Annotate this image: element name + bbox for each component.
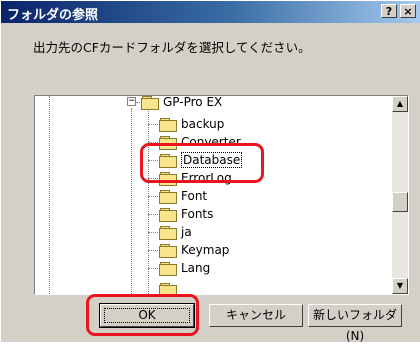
scroll-up-arrow-icon[interactable]: ▲	[392, 96, 408, 112]
tree-item-backup[interactable]: backup	[159, 115, 224, 133]
folder-tree[interactable]: − GP-Pro EX backup Converter Database Er…	[34, 95, 409, 295]
tree-guide-line	[49, 96, 50, 294]
tree-guide-line	[148, 108, 149, 294]
close-button[interactable]: ×	[400, 4, 416, 18]
folder-icon	[159, 207, 177, 222]
vertical-scrollbar[interactable]: ▲ ▼	[392, 96, 408, 294]
folder-icon	[141, 96, 159, 110]
new-folder-button[interactable]: 新しいフォルダ(N)	[308, 304, 402, 343]
instruction-text: 出力先のCFカードフォルダを選択してください。	[33, 40, 311, 55]
folder-icon	[159, 117, 177, 132]
folder-icon	[159, 261, 177, 276]
tree-guide-line	[131, 108, 132, 294]
tree-item-gp-pro-ex[interactable]: GP-Pro EX	[141, 95, 223, 111]
folder-icon	[159, 189, 177, 204]
tree-item-fonts[interactable]: Fonts	[159, 205, 213, 223]
collapse-toggle-icon[interactable]: −	[127, 97, 136, 106]
annotation-highlight-ok	[86, 294, 199, 336]
tree-item-label: Keymap	[181, 243, 230, 257]
tree-item-label: GP-Pro EX	[163, 95, 223, 109]
tree-item-label: Lang	[181, 261, 211, 275]
tree-item-label: Font	[181, 189, 208, 203]
folder-icon	[159, 225, 177, 240]
tree-item-label: Fonts	[181, 207, 214, 221]
tree-item-keymap[interactable]: Keymap	[159, 241, 229, 259]
scroll-down-arrow-icon[interactable]: ▼	[392, 278, 408, 294]
folder-icon	[159, 243, 177, 258]
tree-item-label: backup	[181, 117, 225, 131]
tree-guide-line	[148, 268, 158, 269]
help-button[interactable]: ?	[381, 4, 397, 18]
title-bar[interactable]: フォルダの参照 ? ×	[1, 1, 420, 23]
annotation-highlight-database	[140, 143, 264, 183]
dialog-title: フォルダの参照	[7, 8, 99, 23]
tree-item-ja[interactable]: ja	[159, 223, 192, 241]
tree-item-font[interactable]: Font	[159, 187, 207, 205]
tree-guide-line	[148, 124, 158, 125]
tree-guide-line	[148, 250, 158, 251]
tree-item-lang[interactable]: Lang	[159, 259, 210, 277]
tree-item-label: ja	[181, 225, 192, 239]
cancel-button[interactable]: キャンセル	[209, 304, 303, 327]
tree-item-partial[interactable]	[159, 280, 181, 294]
tree-guide-line	[148, 232, 158, 233]
scrollbar-thumb[interactable]	[392, 192, 408, 212]
tree-guide-line	[148, 196, 158, 197]
tree-guide-line	[148, 214, 158, 215]
